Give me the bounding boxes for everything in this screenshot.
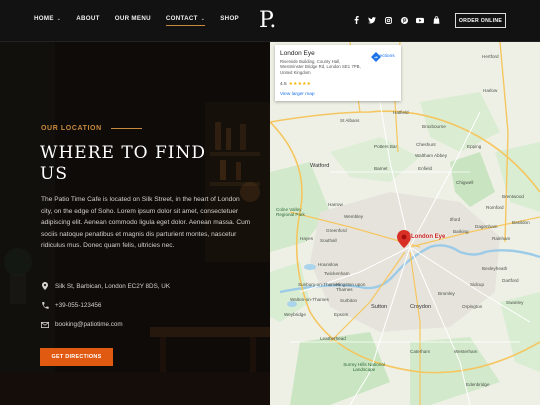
map-label: Enfield <box>418 166 433 171</box>
map-label: Hatfield <box>393 110 409 115</box>
nav-about[interactable]: ABOUT <box>76 15 100 22</box>
site-logo[interactable]: P. <box>259 8 276 33</box>
map-label: Kingston upon Thames <box>336 282 366 292</box>
map-label: Orpington <box>462 304 483 309</box>
phone-row: +39-055-123456 <box>41 302 101 309</box>
mail-icon <box>41 321 49 328</box>
map-label: Barking <box>453 229 469 234</box>
nav-home-label: HOME <box>34 15 54 22</box>
page-title: WHERE TO FIND US <box>40 143 207 184</box>
map-label: Surrey Hills National Landscape <box>343 362 385 373</box>
map-label: Leatherhead <box>320 336 346 341</box>
location-description: The Patio Time Cafe is located on Silk S… <box>41 196 251 250</box>
eyebrow-label: OUR LOCATION <box>41 125 102 132</box>
nav-our-menu[interactable]: OUR MENU <box>115 15 151 22</box>
place-name: London Eye <box>280 50 315 57</box>
social-links <box>352 16 440 24</box>
map-label: Hounslow <box>318 262 339 267</box>
address-text: Silk St, Barbican, London EC2Y 8DS, UK <box>55 282 171 290</box>
nav-contact[interactable]: CONTACT ⌄ <box>165 15 206 26</box>
map-label: Weybridge <box>284 312 306 317</box>
twitter-icon[interactable] <box>368 16 376 24</box>
map-label: Greenford <box>326 228 347 233</box>
map-label: Brentwood <box>502 194 524 199</box>
map-label: Romford <box>486 205 504 210</box>
map-label: Southall <box>320 238 337 243</box>
nav-shop[interactable]: SHOP <box>220 15 239 22</box>
pin-label[interactable]: London Eye <box>411 234 445 240</box>
map-label: Caterham <box>410 349 431 354</box>
order-online-button[interactable]: ORDER ONLINE <box>455 13 506 28</box>
section-eyebrow: OUR LOCATION <box>41 125 142 132</box>
map-label: Ilford <box>450 217 461 222</box>
map-label: Bromley <box>438 291 455 296</box>
map-label: Potters Bar <box>374 144 397 149</box>
nav-shop-label: SHOP <box>220 15 239 22</box>
map-label: Broxbourne <box>422 124 446 129</box>
map-label: Barnet <box>374 166 388 171</box>
nav-about-label: ABOUT <box>76 15 100 22</box>
eyebrow-divider <box>110 128 142 129</box>
map-label: St Albans <box>340 118 360 123</box>
map-pin-icon <box>41 282 49 290</box>
shopping-bag-icon[interactable] <box>432 16 440 24</box>
contact-section: OUR LOCATION WHERE TO FIND US The Patio … <box>0 42 270 405</box>
map-label: Sunbury-on-Thames <box>298 282 340 287</box>
phone-text[interactable]: +39-055-123456 <box>55 302 101 309</box>
directions-icon <box>371 52 381 62</box>
phone-icon <box>41 302 49 309</box>
site-header: HOME ⌄ ABOUT OUR MENU CONTACT ⌄ SHOP P. <box>0 0 540 42</box>
map-label: Dartford <box>502 278 519 283</box>
map-label: Colne Valley Regional Park <box>276 207 305 217</box>
place-card: London Eye Riverside Building, County Ha… <box>275 45 401 101</box>
map-label: Wembley <box>344 214 364 219</box>
chevron-down-icon: ⌄ <box>200 15 206 22</box>
facebook-icon[interactable] <box>352 16 360 24</box>
view-larger-map-link[interactable]: View larger map <box>280 92 315 97</box>
map-label: Cheshunt <box>416 142 436 147</box>
map-label: Harrow <box>328 202 343 207</box>
map-label: Swanley <box>506 300 524 305</box>
map-label: Surbiton <box>340 298 358 303</box>
map-label: Harlow <box>483 88 498 93</box>
map-label: Westerham <box>454 349 478 354</box>
nav-contact-label: CONTACT <box>165 15 198 22</box>
map-label: Waltham Abbey <box>415 153 448 158</box>
map-label: Bexleyheath <box>482 266 508 271</box>
map-label: Epping <box>467 144 482 149</box>
star-rating-icon: ★★★★★ <box>288 82 312 87</box>
map-label: Hertford <box>482 54 499 59</box>
address-row: Silk St, Barbican, London EC2Y 8DS, UK <box>41 282 170 290</box>
map-label: Walton-on-Thames <box>290 297 329 302</box>
youtube-icon[interactable] <box>416 16 424 24</box>
main-nav: HOME ⌄ ABOUT OUR MENU CONTACT ⌄ SHOP <box>34 15 254 26</box>
email-row: booking@patiotime.com <box>41 321 123 328</box>
email-text[interactable]: booking@patiotime.com <box>55 321 123 328</box>
map-label: Epsom <box>334 312 349 317</box>
embedded-map[interactable]: Hertford Harlow St Albans Hatfield Broxb… <box>270 42 540 405</box>
map-label: Hayes <box>300 236 314 241</box>
instagram-icon[interactable] <box>384 16 392 24</box>
directions-button[interactable]: Directions <box>371 52 397 62</box>
chevron-down-icon: ⌄ <box>56 15 62 22</box>
map-label: Dagenham <box>475 224 498 229</box>
map-label: Twickenham <box>324 271 350 276</box>
place-address: Riverside Building, County Hall, Westmin… <box>280 59 361 75</box>
get-directions-button[interactable]: GET DIRECTIONS <box>40 348 113 366</box>
map-label: Sutton <box>371 304 388 310</box>
map-label: Basildon <box>512 220 530 225</box>
pinterest-icon[interactable] <box>400 16 408 24</box>
nav-our-menu-label: OUR MENU <box>114 15 151 22</box>
nav-home[interactable]: HOME ⌄ <box>34 15 61 22</box>
map-label: Chigwell <box>456 180 474 185</box>
map-label: Edenbridge <box>466 382 490 387</box>
map-label: Croydon <box>410 304 432 310</box>
map-label: Sidcup <box>470 282 485 287</box>
rating-value: 4.5 <box>280 82 287 87</box>
map-label: Watford <box>310 163 330 169</box>
place-rating: 4.5 ★★★★★ <box>280 82 313 87</box>
map-label: Rainham <box>492 236 511 241</box>
